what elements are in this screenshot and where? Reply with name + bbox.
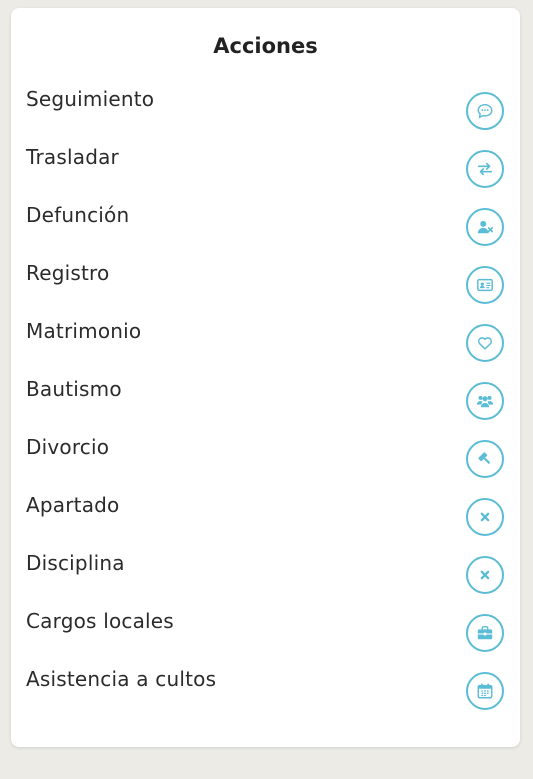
actions-panel: Acciones Seguimiento Trasladar Defunción… <box>11 8 520 747</box>
comment-icon[interactable] <box>466 92 504 130</box>
close-x-icon[interactable] <box>466 556 504 594</box>
action-row-asistencia-cultos[interactable]: Asistencia a cultos <box>11 664 520 722</box>
action-label: Registro <box>26 261 110 285</box>
action-label: Disciplina <box>26 551 125 575</box>
briefcase-icon[interactable] <box>466 614 504 652</box>
action-label: Cargos locales <box>26 609 174 633</box>
action-label: Defunción <box>26 203 130 227</box>
action-row-cargos-locales[interactable]: Cargos locales <box>11 606 520 664</box>
heart-icon[interactable] <box>466 324 504 362</box>
close-x-icon[interactable] <box>466 498 504 536</box>
calendar-icon[interactable] <box>466 672 504 710</box>
action-label: Asistencia a cultos <box>26 667 217 691</box>
action-row-bautismo[interactable]: Bautismo <box>11 374 520 432</box>
action-label: Bautismo <box>26 377 122 401</box>
users-group-icon[interactable] <box>466 382 504 420</box>
actions-list: Seguimiento Trasladar Defunción Registro <box>11 84 520 722</box>
action-row-disciplina[interactable]: Disciplina <box>11 548 520 606</box>
action-label: Seguimiento <box>26 87 155 111</box>
user-remove-icon[interactable] <box>466 208 504 246</box>
gavel-icon[interactable] <box>466 440 504 478</box>
action-row-trasladar[interactable]: Trasladar <box>11 142 520 200</box>
action-label: Apartado <box>26 493 120 517</box>
action-row-registro[interactable]: Registro <box>11 258 520 316</box>
id-card-icon[interactable] <box>466 266 504 304</box>
transfer-arrows-icon[interactable] <box>466 150 504 188</box>
action-row-divorcio[interactable]: Divorcio <box>11 432 520 490</box>
panel-title: Acciones <box>213 34 318 58</box>
action-label: Trasladar <box>26 145 119 169</box>
action-label: Matrimonio <box>26 319 142 343</box>
action-row-seguimiento[interactable]: Seguimiento <box>11 84 520 142</box>
action-row-defuncion[interactable]: Defunción <box>11 200 520 258</box>
action-row-matrimonio[interactable]: Matrimonio <box>11 316 520 374</box>
action-label: Divorcio <box>26 435 110 459</box>
action-row-apartado[interactable]: Apartado <box>11 490 520 548</box>
